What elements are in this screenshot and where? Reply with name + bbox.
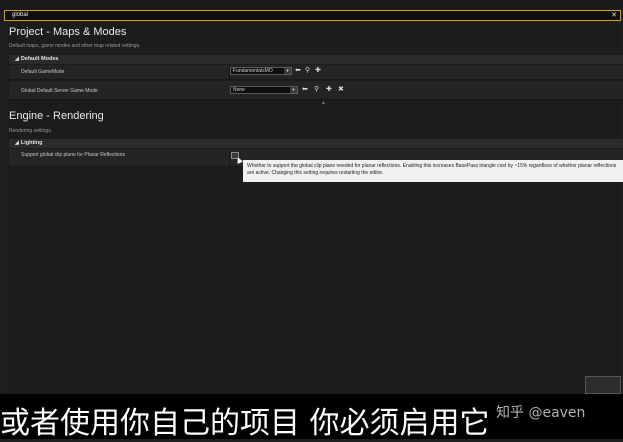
combo-value: FundamentalsMO	[233, 68, 273, 74]
chevron-down-icon: ▼	[290, 87, 297, 93]
plus-icon[interactable]: ✚	[315, 67, 321, 74]
watermark: 知乎 @eaven	[496, 405, 586, 421]
search-icon[interactable]: ⚲	[314, 86, 319, 93]
gamemode-combo[interactable]: FundamentalsMO ▼	[230, 67, 292, 75]
category-label: Default Modes	[20, 56, 59, 62]
setting-label: Default GameMode	[21, 69, 65, 75]
search-icon[interactable]: ⚲	[305, 67, 310, 74]
category-label: Lighting	[20, 140, 43, 146]
category-lighting[interactable]: ◢ Lighting	[9, 139, 623, 148]
setting-label: Global Default Server Game Mode	[21, 88, 98, 94]
section-title-rendering: Engine - Rendering	[9, 110, 104, 122]
subtitle-text: 或者使用你自己的项目 你必须启用它	[0, 406, 490, 441]
tooltip: Whether to support the global clip plane…	[243, 160, 623, 182]
close-icon[interactable]: ✖	[338, 86, 344, 93]
collapse-arrow-icon[interactable]: ▲	[321, 100, 326, 106]
plus-icon[interactable]: ✚	[326, 86, 332, 93]
combo-value: None	[233, 87, 245, 93]
close-icon[interactable]: ✕	[611, 11, 617, 20]
search-input[interactable]: global ✕	[4, 10, 621, 21]
server-gamemode-combo[interactable]: None ▼	[230, 86, 298, 94]
section-description-maps-modes: Default maps, game modes and other map r…	[9, 43, 141, 49]
arrow-left-icon[interactable]: ⬅	[295, 67, 301, 74]
section-description-rendering: Rendering settings.	[9, 128, 53, 134]
section-title-maps-modes: Project - Maps & Modes	[9, 26, 127, 38]
expand-triangle-icon: ◢	[15, 140, 19, 146]
expand-triangle-icon: ◢	[15, 56, 19, 62]
column-divider	[229, 149, 230, 167]
category-default-modes[interactable]: ◢ Default Modes	[9, 55, 623, 64]
setting-label: Support global clip plane for Planar Ref…	[21, 152, 125, 158]
arrow-left-icon[interactable]: ⬅	[302, 86, 308, 93]
corner-widget	[585, 376, 621, 394]
chevron-down-icon: ▼	[284, 68, 291, 74]
search-value: global	[12, 12, 29, 18]
